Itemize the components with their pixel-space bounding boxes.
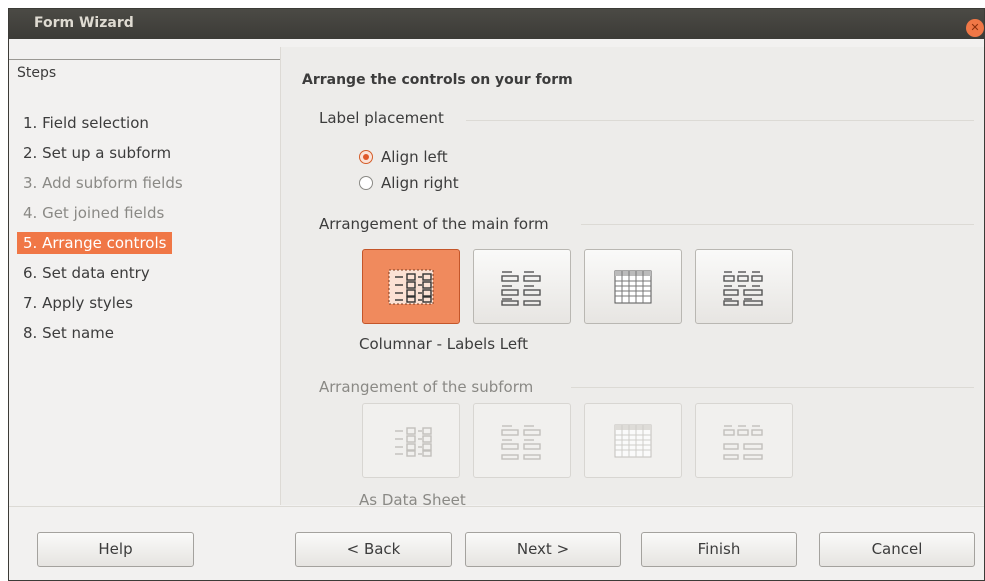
columnar-labels-top-icon xyxy=(501,424,541,460)
align-left-radio[interactable] xyxy=(359,150,373,164)
align-right-label: Align right xyxy=(381,174,459,192)
subform-rule xyxy=(571,387,974,388)
data-sheet-button[interactable] xyxy=(584,249,682,324)
columnar-labels-left-icon xyxy=(395,426,432,457)
align-left-option[interactable]: Align left xyxy=(359,148,448,166)
help-button[interactable]: Help xyxy=(37,532,194,567)
finish-button[interactable]: Finish xyxy=(641,532,797,567)
subform-arrangement-heading: Arrangement of the subform xyxy=(319,378,534,396)
step-3: 3. Add subform fields xyxy=(23,174,183,192)
step-7[interactable]: 7. Apply styles xyxy=(17,292,139,314)
data-sheet-icon xyxy=(614,424,652,457)
content-pane: Arrange the controls on your form Label … xyxy=(281,47,984,509)
subform-columnar-labels-left-button xyxy=(362,403,460,478)
step-2[interactable]: 2. Set up a subform xyxy=(17,142,177,164)
label-placement-rule xyxy=(466,120,974,121)
block-labels-above-icon xyxy=(723,424,763,460)
align-right-option[interactable]: Align right xyxy=(359,174,459,192)
main-form-arrangement-heading: Arrangement of the main form xyxy=(319,215,549,233)
step-6[interactable]: 6. Set data entry xyxy=(17,262,156,284)
step-8[interactable]: 8. Set name xyxy=(17,322,120,344)
columnar-labels-left-button[interactable] xyxy=(362,249,460,324)
main-form-arrangement-caption: Columnar - Labels Left xyxy=(359,335,529,353)
columnar-labels-left-icon xyxy=(388,269,434,304)
align-right-radio[interactable] xyxy=(359,176,373,190)
form-wizard-window: Form Wizard ✕ Steps 1. Field selection 2… xyxy=(8,8,985,581)
step-5[interactable]: 5. Arrange controls xyxy=(17,232,173,254)
step-1[interactable]: 1. Field selection xyxy=(17,112,155,134)
label-placement-heading: Label placement xyxy=(319,109,444,127)
close-icon[interactable]: ✕ xyxy=(966,19,984,37)
subform-data-sheet-button xyxy=(584,403,682,478)
window-title: Form Wizard xyxy=(34,15,134,31)
block-labels-above-button[interactable] xyxy=(695,249,793,324)
columnar-labels-top-button[interactable] xyxy=(473,249,571,324)
block-labels-above-icon xyxy=(723,270,763,306)
subform-columnar-labels-top-button xyxy=(473,403,571,478)
steps-heading: Steps xyxy=(17,65,57,81)
page-title: Arrange the controls on your form xyxy=(302,72,573,88)
subform-block-labels-above-button xyxy=(695,403,793,478)
cancel-button[interactable]: Cancel xyxy=(819,532,975,567)
data-sheet-icon xyxy=(614,270,652,303)
button-bar-divider xyxy=(9,506,984,507)
align-left-label: Align left xyxy=(381,148,448,166)
steps-divider xyxy=(9,59,281,60)
back-button[interactable]: < Back xyxy=(295,532,452,567)
title-bar: Form Wizard ✕ xyxy=(9,9,984,39)
step-4: 4. Get joined fields xyxy=(23,204,165,222)
columnar-labels-top-icon xyxy=(501,270,541,306)
next-button[interactable]: Next > xyxy=(465,532,621,567)
main-form-rule xyxy=(581,224,974,225)
